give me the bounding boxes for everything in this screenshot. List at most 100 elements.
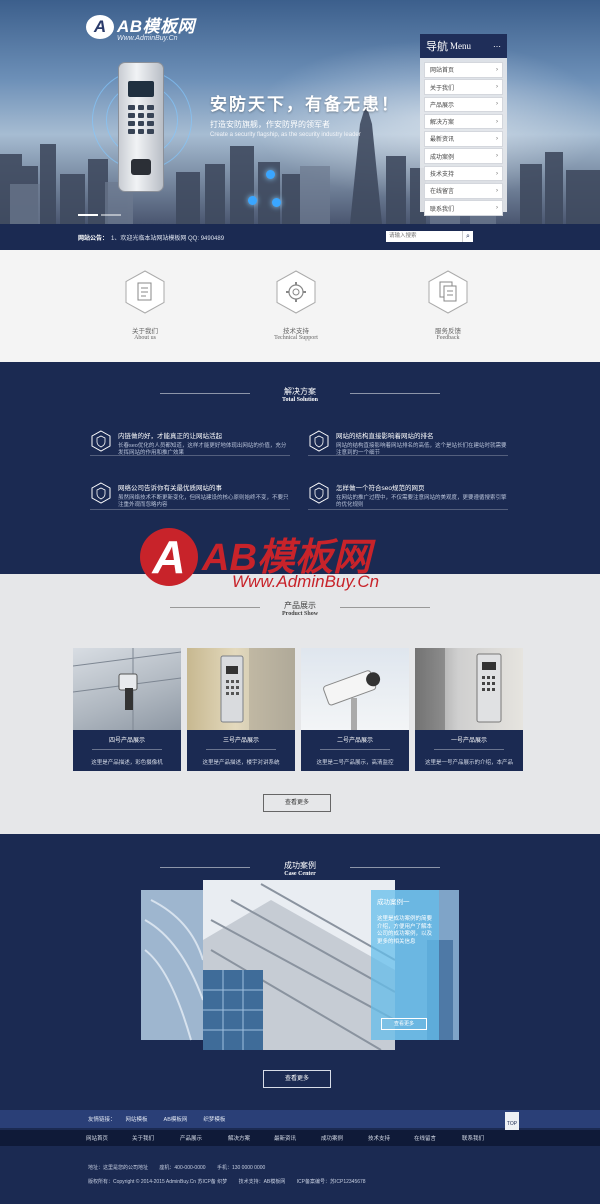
- product-card[interactable]: 四号产品展示 这里是产品描述，彩色摄像机: [73, 648, 181, 771]
- watermark-url: Www.AdminBuy.Cn: [232, 572, 380, 591]
- search-input[interactable]: [386, 231, 462, 242]
- footer-nav-item[interactable]: 技术支持: [368, 1134, 390, 1142]
- menu-item-label: 关于我们: [430, 85, 455, 92]
- friend-link[interactable]: 网站模板: [126, 1115, 148, 1123]
- site-logo[interactable]: A AB模板网 Www.AdminBuy.Cn: [86, 12, 195, 42]
- product-image: [73, 648, 181, 730]
- footer-nav-item[interactable]: 产品展示: [180, 1134, 202, 1142]
- menu-item[interactable]: 联系我们 ›: [424, 200, 503, 216]
- chevron-right-icon: ›: [496, 153, 498, 160]
- shield-icon: [309, 430, 329, 452]
- solution-item[interactable]: 网站的结构直接影响着网站的排名网站的结构直接影响着网站排名的高低，这个是站长们在…: [308, 430, 508, 457]
- copy-icon: [428, 270, 468, 314]
- footer-phone: 手机：130 0000 0000: [216, 1165, 266, 1171]
- product-desc: 这里是二号产品展示，高清监控: [316, 760, 394, 766]
- footer-icp: ICP备案编号：苏ICP12345678: [296, 1179, 366, 1185]
- service-about[interactable]: 关于我们 About us: [105, 270, 185, 341]
- footer-nav-item[interactable]: 关于我们: [132, 1134, 154, 1142]
- watermark-logo: A AB模板网 Www.AdminBuy.Cn: [140, 528, 440, 598]
- service-support[interactable]: 技术支持 Technical Support: [256, 270, 336, 341]
- product-desc: 这里是一号产品展示的介绍，本产品: [424, 760, 513, 766]
- products-section: 产品展示 Product Show 四号产品展示 这里是产品描述，彩色摄像机 三…: [0, 574, 600, 834]
- product-image: [187, 648, 295, 730]
- side-menu: 导航 Menu ⋯ 网站首页 › 关于我们 › 产品展示 › 解决方案 › 最新资讯 › 成功案例 ›…: [420, 34, 507, 216]
- cases-more-button[interactable]: 查看更多: [263, 1070, 331, 1088]
- product-card[interactable]: 三号产品展示 这里是产品描述，楼宇对讲系统: [187, 648, 295, 771]
- section-title-en: Product Show: [281, 611, 319, 617]
- menu-item[interactable]: 成功案例 ›: [424, 148, 503, 164]
- links-label: 友情链接：: [88, 1117, 116, 1123]
- product-desc: 这里是产品描述，楼宇对讲系统: [202, 760, 280, 766]
- menu-item-label: 联系我们: [430, 206, 455, 213]
- solution-desc: 在网站的推广过程中，不仅需要注意网站的美观度，更要遵循搜索引擎的优化规则: [336, 495, 507, 509]
- cases-section: 成功案例 Case Center 成功案例一 这里是成功案例的简要介绍，方便用户…: [0, 834, 600, 1110]
- service-label: 技术支持: [283, 328, 309, 335]
- slogan-sub: 打造安防旗舰，作安防界的领军者: [210, 120, 330, 129]
- service-section: 关于我们 About us 技术支持 Technical Support 服务反…: [0, 250, 600, 362]
- menu-item[interactable]: 解决方案 ›: [424, 113, 503, 130]
- solution-desc: 网站的结构直接影响着网站排名的高低，这个是站长们在建站时就需要注意到的一个细节: [336, 443, 507, 457]
- menu-item-label: 最新资讯: [430, 137, 455, 144]
- section-title: 产品展示: [284, 601, 316, 610]
- product-card[interactable]: 二号产品展示 这里是二号产品展示，高清监控: [301, 648, 409, 771]
- menu-item-label: 在线留言: [430, 189, 455, 196]
- door-intercom-image: [118, 62, 164, 192]
- section-heading: 产品展示 Product Show: [0, 600, 600, 617]
- menu-item[interactable]: 关于我们 ›: [424, 79, 503, 95]
- notice-label: 网站公告：: [78, 235, 109, 242]
- chevron-right-icon: ›: [496, 101, 498, 108]
- slogan-title: 安防天下，有备无患！: [210, 95, 400, 114]
- section-title: 成功案例: [284, 861, 316, 870]
- shield-icon: [91, 482, 111, 504]
- footer-nav-item[interactable]: 联系我们: [462, 1134, 484, 1142]
- product-desc: 这里是产品描述，彩色摄像机: [91, 760, 163, 766]
- case-carousel[interactable]: 成功案例一 这里是成功案例的简要介绍，方便用户了解本公司的成功案例，以及更多的相…: [141, 880, 459, 1051]
- search-icon[interactable]: ⌕: [462, 231, 473, 242]
- menu-title: 导航: [426, 41, 448, 53]
- solution-item[interactable]: 内链做的好，才能真正的让网站活起 长春seo优化的人员都知道，这样才能更好地体现出…: [90, 430, 290, 457]
- chevron-right-icon: ›: [496, 187, 498, 194]
- menu-item[interactable]: 在线留言 ›: [424, 183, 503, 199]
- slider-dot[interactable]: [101, 214, 121, 216]
- solution-item[interactable]: 怎样做一个符合seo规范的网页在网站的推广过程中，不仅需要注意网站的美观度，更要…: [308, 482, 508, 509]
- footer-nav-item[interactable]: 网站首页: [86, 1134, 108, 1142]
- gear-icon: [276, 270, 316, 314]
- service-feedback[interactable]: 服务反馈 Feedback: [408, 270, 488, 341]
- menu-item[interactable]: 技术支持 ›: [424, 165, 503, 182]
- chevron-right-icon: ›: [496, 170, 498, 177]
- back-to-top-button[interactable]: TOP: [505, 1112, 519, 1130]
- chevron-right-icon: ›: [496, 205, 498, 212]
- service-label: 关于我们: [132, 328, 158, 335]
- case-detail-button[interactable]: 查看更多: [381, 1018, 427, 1030]
- share-icon: ⋯: [493, 41, 501, 51]
- solution-title: 怎样做一个符合seo规范的网页: [336, 485, 425, 492]
- section-heading: 解决方案 Total Solution: [0, 386, 600, 403]
- footer-nav-item[interactable]: 解决方案: [228, 1134, 250, 1142]
- menu-item-label: 技术支持: [430, 172, 455, 179]
- solution-item[interactable]: 网络公司告诉你有关最优质网站的事 虽然网络技术不断更新变化，但网站建设的核心原则始…: [90, 482, 290, 509]
- menu-item[interactable]: 网站首页 ›: [424, 62, 503, 78]
- section-heading: 成功案例 Case Center: [0, 860, 600, 877]
- menu-item-label: 产品展示: [430, 102, 455, 109]
- menu-item[interactable]: 产品展示 ›: [424, 96, 503, 113]
- footer-nav-item[interactable]: 成功案例: [321, 1134, 343, 1142]
- footer-nav-item[interactable]: 最新资讯: [274, 1134, 296, 1142]
- service-label-en: About us: [134, 335, 156, 341]
- footer-address: 地址：这里是您的公司地址: [88, 1165, 149, 1171]
- footer-tel: 座机：400-000-0000: [159, 1165, 206, 1171]
- friend-link[interactable]: 织梦模板: [203, 1115, 225, 1123]
- product-card[interactable]: 一号产品展示 这里是一号产品展示的介绍，本产品: [415, 648, 523, 771]
- logo-brand: AB模板网: [117, 17, 196, 36]
- chevron-right-icon: ›: [496, 118, 498, 125]
- menu-item[interactable]: 最新资讯 ›: [424, 131, 503, 147]
- hero-banner: A AB模板网 Www.AdminBuy.Cn 安防天下，有备无患！ 打造安防旗…: [0, 0, 600, 224]
- notice-bar: 网站公告： 1、欢迎光临本站网站模板网 QQ: 9490489 ⌕: [0, 224, 600, 250]
- watermark-mark: A: [140, 528, 198, 586]
- footer-nav-item[interactable]: 在线留言: [414, 1134, 436, 1142]
- friend-link[interactable]: AB模板网: [164, 1115, 188, 1123]
- products-more-button[interactable]: 查看更多: [263, 794, 331, 812]
- slider-dot[interactable]: [78, 214, 98, 216]
- product-name: 四号产品展示: [108, 738, 145, 744]
- solution-title: 网站的结构直接影响着网站的排名: [336, 433, 434, 440]
- service-label-en: Feedback: [436, 335, 460, 341]
